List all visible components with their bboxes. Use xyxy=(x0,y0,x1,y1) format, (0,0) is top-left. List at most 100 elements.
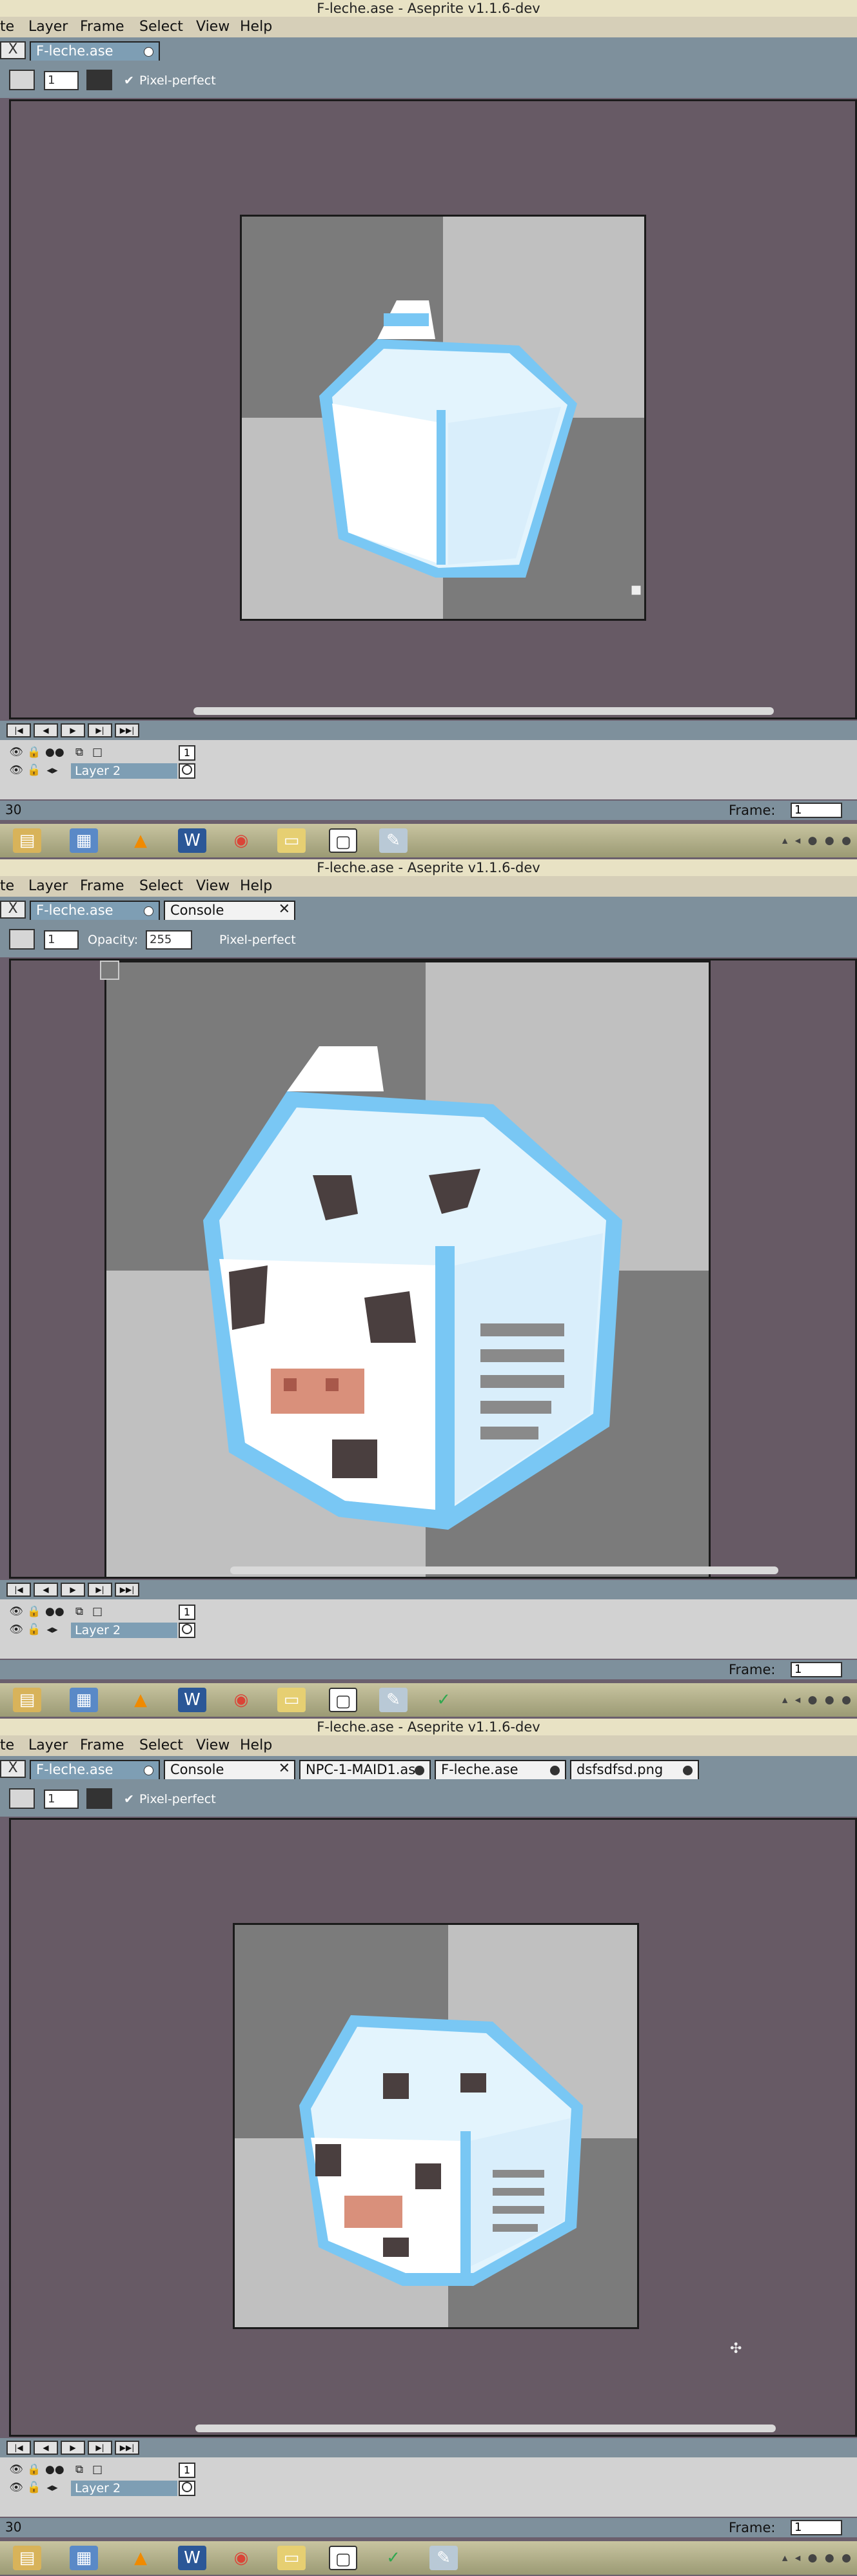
tab-console[interactable]: Console ✕ xyxy=(164,1760,295,1779)
play-button[interactable]: ▶ xyxy=(61,1583,85,1597)
tab-npc-maid[interactable]: NPC-1-MAID1.ase xyxy=(299,1760,431,1779)
vlc-icon[interactable]: ▲ xyxy=(126,828,155,853)
tab-f-leche-2[interactable]: F-leche.ase xyxy=(435,1760,566,1779)
frame-input[interactable]: 1 xyxy=(791,1662,842,1677)
aseprite-green-icon[interactable]: ✓ xyxy=(379,2546,408,2570)
layer-visible-icon[interactable]: 👁 xyxy=(9,1623,23,1637)
lock-icon[interactable]: 🔒 xyxy=(27,1605,41,1619)
menu-item-layer[interactable]: Layer xyxy=(28,876,68,897)
folder-icon[interactable]: ▭ xyxy=(277,2546,306,2570)
pixel-perfect-check-icon[interactable]: ✔ xyxy=(124,1791,134,1808)
menu-item-layer[interactable]: Layer xyxy=(28,1735,68,1756)
first-frame-button[interactable]: |◀ xyxy=(6,723,31,737)
brush-size-input[interactable]: 1 xyxy=(44,930,79,950)
aseprite-green-icon[interactable]: ✓ xyxy=(429,1688,458,1712)
continuous-icon[interactable]: ●● xyxy=(45,745,64,759)
sprite-canvas[interactable] xyxy=(104,961,711,1577)
close-tab-icon[interactable]: ✕ xyxy=(279,901,290,918)
layer-row[interactable]: 👁 🔓 ◂▸ Layer 2 xyxy=(0,2479,200,2497)
brush-type-button[interactable] xyxy=(9,929,35,950)
prev-frame-button[interactable]: ◀ xyxy=(34,723,58,737)
canvas-corner-handle[interactable] xyxy=(100,961,119,980)
paint-brush-icon[interactable]: ✎ xyxy=(379,828,408,853)
file-explorer-icon[interactable]: ▤ xyxy=(13,1688,41,1712)
onion-skin-icon[interactable]: ⧉ xyxy=(72,1605,86,1619)
file-explorer-icon[interactable]: ▤ xyxy=(13,2546,41,2570)
tab-dsfsdfsd[interactable]: dsfsdfsd.png xyxy=(570,1760,699,1779)
menu-item-frame[interactable]: Frame xyxy=(80,17,124,37)
vlc-icon[interactable]: ▲ xyxy=(126,2546,155,2570)
editor-canvas[interactable] xyxy=(9,959,857,1579)
file-explorer-icon[interactable]: ▤ xyxy=(13,828,41,853)
paint-app-icon[interactable]: ▦ xyxy=(70,828,98,853)
menu-item-select[interactable]: Select xyxy=(139,17,183,37)
onion-skin-icon[interactable]: ⧉ xyxy=(72,2463,86,2477)
brush-size-input[interactable]: 1 xyxy=(44,71,79,90)
menu-item-view[interactable]: View xyxy=(196,1735,230,1756)
aseprite-icon[interactable]: ▢ xyxy=(329,1688,357,1712)
paint-app-icon[interactable]: ▦ xyxy=(70,1688,98,1712)
word-icon[interactable]: W xyxy=(178,1688,206,1712)
editor-canvas[interactable]: ▪ xyxy=(9,99,857,719)
close-all-tabs-button[interactable]: X xyxy=(0,901,26,919)
word-icon[interactable]: W xyxy=(178,2546,206,2570)
tab-console[interactable]: Console ✕ xyxy=(164,901,295,920)
layer-name[interactable]: Layer 2 xyxy=(71,1623,177,1638)
sprite-canvas[interactable] xyxy=(240,215,646,621)
menu-item-sprite[interactable]: te xyxy=(0,1735,14,1756)
prev-frame-button[interactable]: ◀ xyxy=(34,1583,58,1597)
play-button[interactable]: ▶ xyxy=(61,2441,85,2455)
cel-icon[interactable] xyxy=(179,2481,195,2496)
last-frame-button[interactable]: ▶▶| xyxy=(115,1583,139,1597)
last-frame-button[interactable]: ▶▶| xyxy=(115,2441,139,2455)
editor-canvas[interactable]: ✣ xyxy=(9,1818,857,2437)
layer-row[interactable]: 👁 🔓 ◂▸ Layer 2 xyxy=(0,762,200,780)
eye-icon[interactable]: 👁 xyxy=(9,745,23,759)
eye-icon[interactable]: 👁 xyxy=(9,2463,23,2477)
cel-icon[interactable] xyxy=(179,1623,195,1638)
ink-type-button[interactable] xyxy=(86,70,112,90)
next-frame-button[interactable]: ▶| xyxy=(88,723,112,737)
cel-icon[interactable] xyxy=(179,763,195,779)
chrome-icon[interactable]: ◉ xyxy=(227,1688,255,1712)
vlc-icon[interactable]: ▲ xyxy=(126,1688,155,1712)
layer-lock-icon[interactable]: 🔓 xyxy=(27,2481,41,2495)
prev-frame-button[interactable]: ◀ xyxy=(34,2441,58,2455)
layer-lock-icon[interactable]: 🔓 xyxy=(27,1623,41,1637)
layer-lock-icon[interactable]: 🔓 xyxy=(27,763,41,777)
chrome-icon[interactable]: ◉ xyxy=(227,2546,255,2570)
layer-continuous-icon[interactable]: ◂▸ xyxy=(45,1623,59,1637)
first-frame-button[interactable]: |◀ xyxy=(6,1583,31,1597)
lock-icon[interactable]: 🔒 xyxy=(27,745,41,759)
chrome-icon[interactable]: ◉ xyxy=(227,828,255,853)
tab-f-leche[interactable]: F-leche.ase xyxy=(30,41,160,61)
menu-item-sprite[interactable]: te xyxy=(0,876,14,897)
brush-type-button[interactable] xyxy=(9,70,35,90)
paint-app-icon[interactable]: ▦ xyxy=(70,2546,98,2570)
close-all-tabs-button[interactable]: X xyxy=(0,41,26,59)
horizontal-scrollbar[interactable] xyxy=(230,1566,778,1574)
aseprite-icon[interactable]: ▢ xyxy=(329,828,357,853)
sprite-canvas[interactable] xyxy=(233,1923,639,2329)
menu-item-view[interactable]: View xyxy=(196,876,230,897)
brush-type-button[interactable] xyxy=(9,1788,35,1809)
layer-visible-icon[interactable]: 👁 xyxy=(9,2481,23,2495)
link-icon[interactable]: □ xyxy=(90,745,104,759)
frame-header[interactable]: 1 xyxy=(179,2463,195,2478)
tab-f-leche[interactable]: F-leche.ase xyxy=(30,901,160,920)
first-frame-button[interactable]: |◀ xyxy=(6,2441,31,2455)
menu-item-select[interactable]: Select xyxy=(139,876,183,897)
last-frame-button[interactable]: ▶▶| xyxy=(115,723,139,737)
next-frame-button[interactable]: ▶| xyxy=(88,2441,112,2455)
layer-name[interactable]: Layer 2 xyxy=(71,2481,177,2496)
horizontal-scrollbar[interactable] xyxy=(195,2425,776,2432)
menu-item-frame[interactable]: Frame xyxy=(80,876,124,897)
horizontal-scrollbar[interactable] xyxy=(193,707,774,715)
continuous-icon[interactable]: ●● xyxy=(45,2463,64,2477)
opacity-input[interactable]: 255 xyxy=(146,930,192,950)
paint-brush-icon[interactable]: ✎ xyxy=(429,2546,458,2570)
pixel-perfect-check-icon[interactable]: ✔ xyxy=(124,72,134,89)
menu-item-layer[interactable]: Layer xyxy=(28,17,68,37)
lock-icon[interactable]: 🔒 xyxy=(27,2463,41,2477)
play-button[interactable]: ▶ xyxy=(61,723,85,737)
